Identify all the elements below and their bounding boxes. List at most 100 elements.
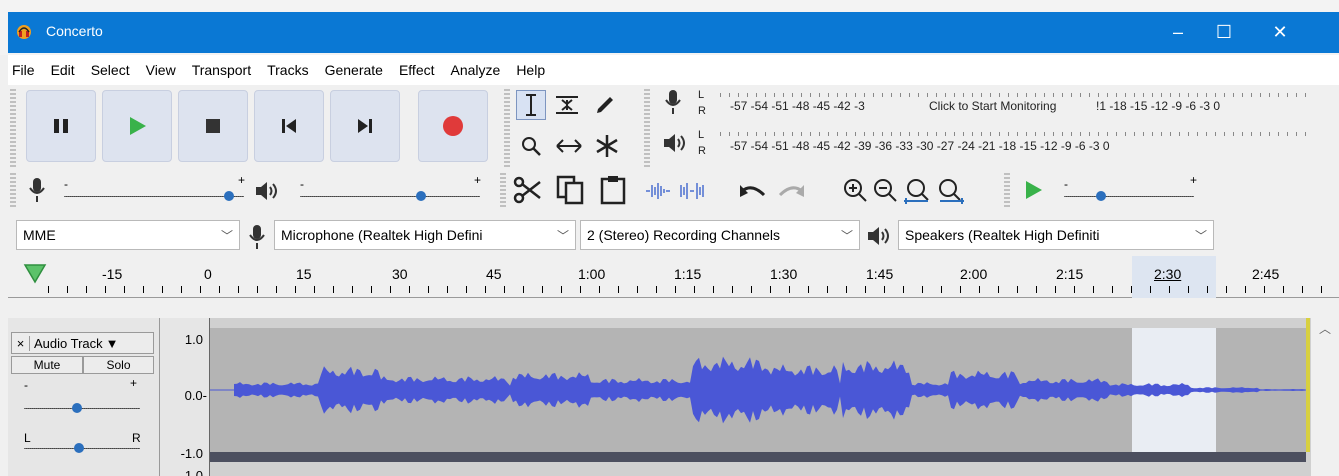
- close-track-button[interactable]: ×: [12, 335, 30, 351]
- zoom-in-icon[interactable]: [842, 177, 868, 203]
- timeline-label: 2:00: [960, 266, 988, 282]
- chevron-down-icon: ﹀: [556, 229, 569, 243]
- record-volume-mic-icon: [29, 178, 45, 202]
- playback-speed-thumb[interactable]: [1096, 191, 1106, 201]
- record-volume-slider[interactable]: [64, 196, 244, 197]
- menu-analyze[interactable]: Analyze: [451, 62, 501, 78]
- vertical-scrollbar[interactable]: ︿: [1311, 318, 1339, 476]
- recording-device-value: Microphone (Realtek High Defini: [281, 227, 483, 243]
- record-volume-thumb[interactable]: [224, 191, 234, 201]
- click-to-start-monitoring[interactable]: Click to Start Monitoring: [929, 99, 1056, 115]
- scroll-up-arrow-icon[interactable]: ︿: [1319, 320, 1331, 337]
- audio-host-select[interactable]: MME ﹀: [16, 220, 240, 250]
- skip-to-start-icon: [282, 119, 296, 133]
- pause-button[interactable]: [26, 90, 96, 162]
- gain-slider[interactable]: [24, 408, 140, 409]
- play-at-speed-icon[interactable]: [1022, 179, 1044, 201]
- playback-volume-slider[interactable]: [300, 196, 480, 197]
- track-name-menu[interactable]: × Audio Track ▼: [11, 332, 154, 354]
- menu-effect[interactable]: Effect: [399, 62, 435, 78]
- menu-view[interactable]: View: [146, 62, 176, 78]
- timeline-label: 15: [296, 266, 312, 282]
- chevron-down-icon: ﹀: [840, 229, 853, 243]
- playback-speed-slider[interactable]: [1064, 196, 1194, 197]
- playback-device-speaker-icon: [868, 227, 889, 245]
- tools-toolbar-grip[interactable]: [504, 89, 510, 167]
- audio-waveform[interactable]: [210, 328, 1306, 452]
- solo-button[interactable]: Solo: [83, 356, 154, 374]
- play-icon: [130, 117, 146, 135]
- copy-icon[interactable]: [556, 175, 586, 205]
- play-at-speed-toolbar-grip[interactable]: [1004, 173, 1010, 209]
- transport-toolbar-grip[interactable]: [10, 89, 16, 167]
- zoom-out-icon[interactable]: [872, 177, 898, 203]
- track-focus-border: [1306, 318, 1310, 452]
- play-meter-scale[interactable]: -57 -54 -51 -48 -45 -42 -39 -36 -33 -30 …: [730, 139, 1110, 155]
- menu-select[interactable]: Select: [91, 62, 130, 78]
- fit-selection-icon[interactable]: [902, 177, 932, 205]
- track-area-top-gap: [8, 300, 1339, 318]
- zoom-tool[interactable]: [516, 131, 546, 161]
- track-menu-arrow-icon: ▼: [105, 335, 119, 351]
- menu-generate[interactable]: Generate: [325, 62, 383, 78]
- close-window-button[interactable]: ✕: [1257, 12, 1303, 53]
- device-toolbar: MME ﹀ Microphone (Realtek High Defini ﹀ …: [8, 216, 1339, 256]
- time-shift-tool[interactable]: [554, 131, 584, 161]
- title-bar: Concerto – ☐ ✕: [0, 0, 1339, 55]
- pan-slider-thumb[interactable]: [74, 443, 84, 453]
- amplitude-label-mid: 0.0-: [184, 388, 207, 403]
- record-button[interactable]: [418, 90, 488, 162]
- playback-device-value: Speakers (Realtek High Definiti: [905, 227, 1100, 243]
- gain-slider-thumb[interactable]: [72, 403, 82, 413]
- fit-project-icon[interactable]: [936, 177, 966, 205]
- menu-file[interactable]: File: [12, 62, 35, 78]
- multi-tool[interactable]: [592, 131, 622, 161]
- minimize-button[interactable]: –: [1155, 12, 1201, 53]
- mixer-toolbar-grip[interactable]: [10, 173, 16, 209]
- maximize-button[interactable]: ☐: [1201, 12, 1247, 53]
- recording-channels-select[interactable]: 2 (Stereo) Recording Channels ﹀: [580, 220, 860, 250]
- mute-button[interactable]: Mute: [11, 356, 83, 374]
- timeline-label: 1:30: [770, 266, 798, 282]
- playback-volume-thumb[interactable]: [416, 191, 426, 201]
- skip-to-start-button[interactable]: [254, 90, 324, 162]
- record-volume-plus: +: [238, 173, 246, 187]
- meter-toolbar-grip[interactable]: [644, 89, 650, 167]
- amplitude-label-bottom: -1.0: [180, 446, 203, 461]
- timeline-ruler[interactable]: -15 0 15 30 45 1:00 1:15 1:30 1:45 2:00 …: [8, 256, 1339, 298]
- draw-tool[interactable]: [590, 90, 620, 120]
- recording-device-select[interactable]: Microphone (Realtek High Defini ﹀: [274, 220, 576, 250]
- record-meter-right-label: R: [698, 105, 706, 117]
- pencil-icon: [597, 97, 613, 113]
- playback-volume-speaker-icon: [256, 182, 277, 200]
- skip-to-end-button[interactable]: [330, 90, 400, 162]
- speed-slider-plus: +: [1190, 173, 1198, 187]
- redo-icon[interactable]: [776, 181, 806, 203]
- play-button[interactable]: [102, 90, 172, 162]
- menu-tracks[interactable]: Tracks: [267, 62, 308, 78]
- playback-volume-plus: +: [474, 173, 482, 187]
- undo-icon[interactable]: [738, 181, 768, 203]
- menu-transport[interactable]: Transport: [192, 62, 251, 78]
- chevron-down-icon: ﹀: [220, 229, 233, 243]
- audio-host-value: MME: [23, 227, 56, 243]
- playback-volume-minus: -: [300, 177, 304, 191]
- silence-audio-icon[interactable]: [678, 181, 706, 201]
- edit-toolbar-grip[interactable]: [500, 173, 506, 209]
- selection-tool[interactable]: [516, 90, 546, 120]
- record-meter-scale-right: !1 -18 -15 -12 -9 -6 -3 0: [1096, 99, 1221, 113]
- timeline-label: 45: [486, 266, 502, 282]
- pause-icon: [54, 119, 68, 133]
- amplitude-ruler: 1.0 0.0- -1.0 1.0: [160, 318, 210, 476]
- trim-audio-icon[interactable]: [644, 181, 672, 201]
- menu-help[interactable]: Help: [516, 62, 545, 78]
- stop-button[interactable]: [178, 90, 248, 162]
- record-meter-scale: -57 -54 -51 -48 -45 -42 -3: [730, 99, 865, 113]
- stop-icon: [206, 119, 220, 133]
- playback-device-select[interactable]: Speakers (Realtek High Definiti ﹀: [898, 220, 1214, 250]
- envelope-tool[interactable]: [552, 90, 582, 120]
- menu-edit[interactable]: Edit: [51, 62, 75, 78]
- paste-icon[interactable]: [598, 175, 628, 205]
- cut-icon[interactable]: [512, 175, 542, 205]
- play-head-triangle-icon[interactable]: [22, 262, 48, 286]
